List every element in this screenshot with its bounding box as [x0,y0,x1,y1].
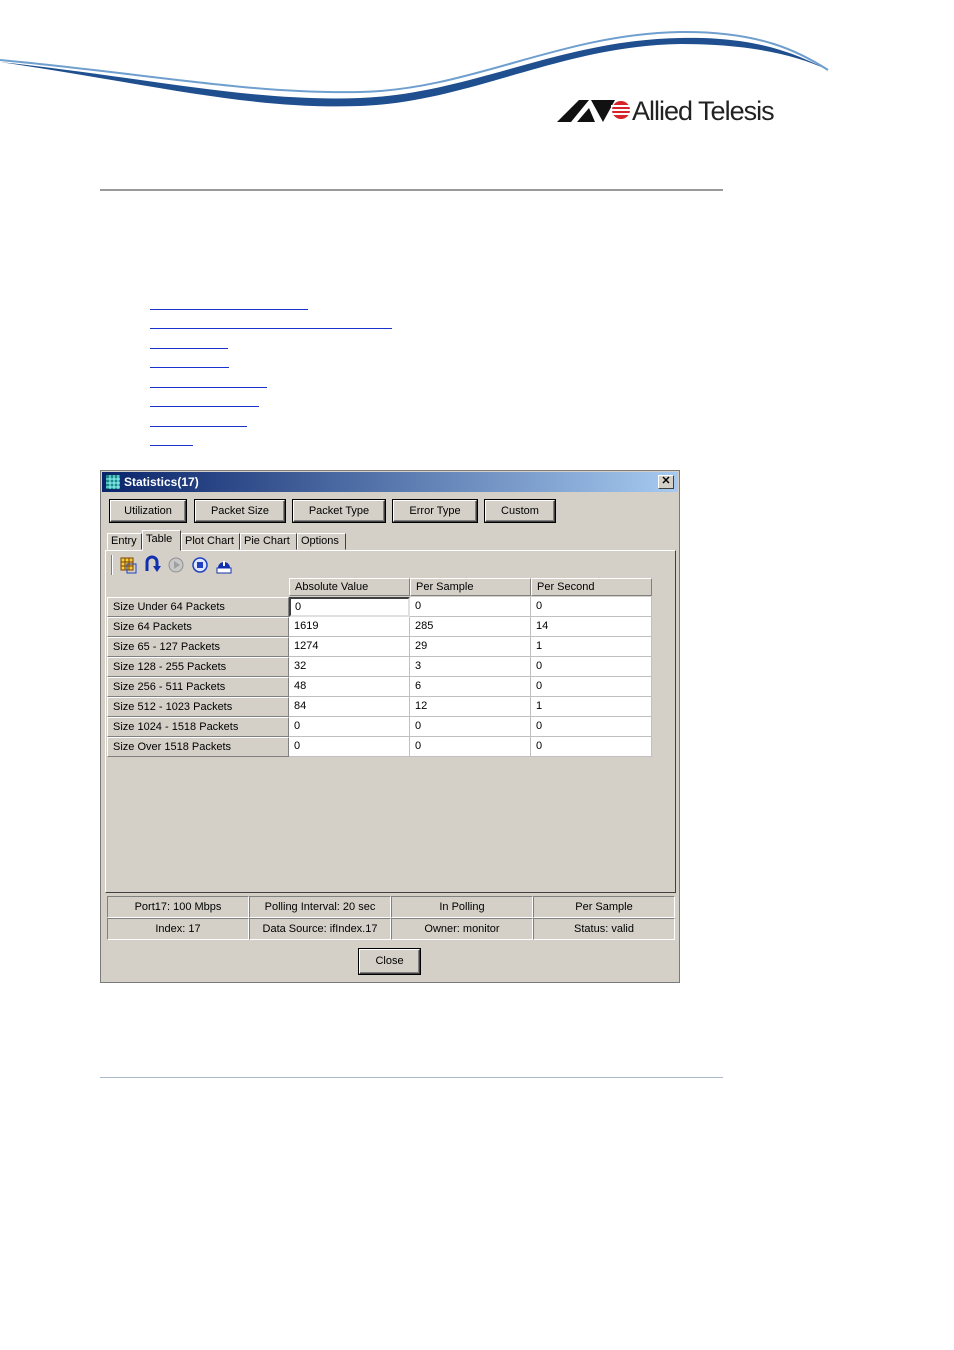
stop-icon[interactable] [190,555,210,575]
status-owner: Owner: monitor [391,918,533,940]
status-valid: Status: valid [533,918,675,940]
column-header[interactable]: Per Second [531,578,652,596]
status-index: Index: 17 [107,918,249,940]
grid-icon[interactable] [118,555,138,575]
status-data-source: Data Source: ifIndex.17 [249,918,391,940]
table-cell[interactable]: 29 [410,637,531,657]
column-header[interactable]: Absolute Value [289,578,410,596]
close-button[interactable]: Close [359,949,420,974]
status-polling-interval: Polling Interval: 20 sec [249,896,391,918]
tab-pie-chart[interactable]: Pie Chart [240,533,297,550]
status-port: Port17: 100 Mbps [107,896,249,918]
custom-button[interactable]: Custom [485,500,555,522]
toc-link-2[interactable] [150,328,392,329]
top-rule [100,189,723,191]
table-cell[interactable]: 3 [410,657,531,677]
table-cell[interactable]: 0 [410,597,531,617]
table-cell[interactable]: 0 [410,717,531,737]
row-label: Size 512 - 1023 Packets [107,697,289,717]
logo-mark-icon [557,100,631,122]
title-bar[interactable]: Statistics(17) ✕ [102,472,678,492]
utilization-button[interactable]: Utilization [110,500,186,522]
table-cell[interactable]: 1 [531,637,652,657]
table-cell[interactable]: 0 [531,677,652,697]
status-bar: Port17: 100 Mbps Polling Interval: 20 se… [107,896,675,942]
table-cell[interactable]: 48 [289,677,410,697]
table-panel: Absolute Value Per Sample Per Second Siz… [105,550,676,893]
row-label: Size 1024 - 1518 Packets [107,717,289,737]
alarm-icon[interactable] [214,555,234,575]
table-cell[interactable]: 12 [410,697,531,717]
column-header[interactable]: Per Sample [410,578,531,596]
table-cell[interactable]: 285 [410,617,531,637]
table-cell[interactable]: 0 [289,597,410,617]
packet-size-button[interactable]: Packet Size [195,500,285,522]
status-polling-state: In Polling [391,896,533,918]
toc-link-6[interactable] [150,406,259,407]
row-label: Size Over 1518 Packets [107,737,289,757]
table-cell[interactable]: 84 [289,697,410,717]
error-type-button[interactable]: Error Type [393,500,477,522]
toc-link-1[interactable] [150,309,308,310]
row-label: Size 64 Packets [107,617,289,637]
row-label: Size 256 - 511 Packets [107,677,289,697]
tab-table[interactable]: Table [142,530,181,551]
row-label: Size 128 - 255 Packets [107,657,289,677]
table-cell[interactable]: 0 [531,597,652,617]
table-cell[interactable]: 1274 [289,637,410,657]
table-cell[interactable]: 1619 [289,617,410,637]
status-mode: Per Sample [533,896,675,918]
row-label: Size 65 - 127 Packets [107,637,289,657]
table-cell[interactable]: 0 [531,657,652,677]
toc-link-4[interactable] [150,367,229,368]
statistics-window: Statistics(17) ✕ Utilization Packet Size… [100,470,680,983]
header-swoosh [0,30,829,107]
toc-link-7[interactable] [150,426,247,427]
row-label: Size Under 64 Packets [107,597,289,617]
tab-entry[interactable]: Entry [107,533,142,550]
table-cell[interactable]: 0 [289,717,410,737]
table-cell[interactable]: 14 [531,617,652,637]
table-cell[interactable]: 0 [531,717,652,737]
brand-name: Allied Telesis [632,96,775,126]
statistics-grid-icon [106,475,120,489]
table-cell[interactable]: 1 [531,697,652,717]
tab-options[interactable]: Options [297,533,346,550]
table-cell[interactable]: 32 [289,657,410,677]
toc-link-3[interactable] [150,348,228,349]
toc-link-8[interactable] [150,445,193,446]
play-icon[interactable] [166,555,186,575]
packet-type-button[interactable]: Packet Type [293,500,385,522]
window-title: Statistics(17) [124,475,199,489]
bottom-rule [100,1077,723,1078]
table-cell[interactable]: 0 [410,737,531,757]
refresh-icon[interactable] [142,555,162,575]
allied-telesis-logo: Allied Telesis [557,94,787,128]
table-cell[interactable]: 0 [289,737,410,757]
table-cell[interactable]: 0 [531,737,652,757]
toc-link-5[interactable] [150,387,267,388]
table-cell[interactable]: 6 [410,677,531,697]
tab-plot-chart[interactable]: Plot Chart [181,533,240,550]
window-close-icon[interactable]: ✕ [658,475,674,489]
